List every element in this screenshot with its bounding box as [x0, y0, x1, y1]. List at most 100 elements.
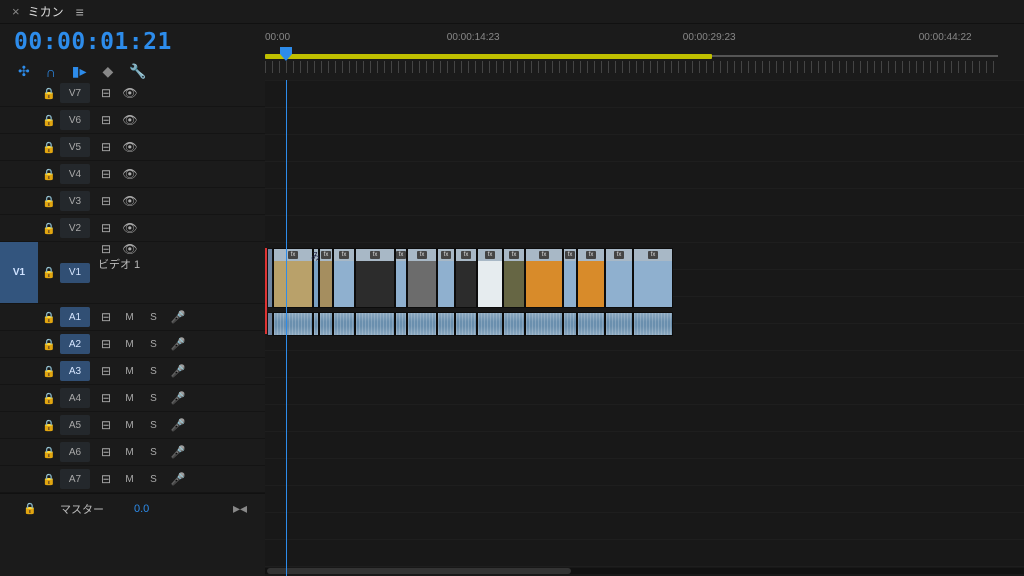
source-patch[interactable] — [0, 161, 38, 187]
source-patch[interactable] — [0, 466, 38, 492]
solo-button[interactable]: S — [142, 420, 166, 431]
video-clip[interactable]: fx — [395, 248, 407, 308]
audio-track-header[interactable]: 🔒A6⊟MS🎤 — [0, 439, 265, 466]
track-output-eye-icon[interactable]: 👁 — [118, 113, 142, 127]
sync-lock-icon[interactable]: ⊟ — [94, 418, 118, 432]
audio-track-header[interactable]: 🔒A7⊟MS🎤 — [0, 466, 265, 493]
video-clip[interactable]: fx — [605, 248, 633, 308]
horizontal-scrollbar[interactable] — [265, 568, 1024, 574]
lock-icon[interactable]: 🔒 — [38, 365, 60, 378]
sync-lock-icon[interactable]: ⊟ — [94, 167, 118, 181]
sync-lock-icon[interactable]: ⊟ — [94, 140, 118, 154]
mute-button[interactable]: M — [118, 312, 142, 323]
track-target[interactable]: A6 — [60, 442, 90, 462]
video-clip[interactable]: fx — [333, 248, 355, 308]
sync-lock-icon[interactable]: ⊟ — [94, 391, 118, 405]
video-track-header[interactable]: 🔒V5⊟👁 — [0, 134, 265, 161]
timeline-canvas[interactable]: fxみfxfxfxfxfxfxfxfxfxfxfxfxfxfx — [265, 80, 1024, 576]
lock-icon[interactable]: 🔒 — [38, 141, 60, 154]
audio-clip-lane[interactable] — [267, 312, 673, 336]
source-patch-v1[interactable]: V1 — [0, 242, 38, 303]
track-target[interactable]: A1 — [60, 307, 90, 327]
sync-lock-icon[interactable]: ⊟ — [94, 310, 118, 324]
playhead-line[interactable] — [286, 80, 287, 576]
lock-icon[interactable]: 🔒 — [38, 446, 60, 459]
solo-button[interactable]: S — [142, 393, 166, 404]
track-output-eye-icon[interactable]: 👁 — [118, 221, 142, 235]
mute-button[interactable]: M — [118, 474, 142, 485]
track-output-eye-icon[interactable]: 👁 — [118, 194, 142, 208]
audio-clip[interactable] — [319, 312, 333, 336]
source-patch[interactable] — [0, 215, 38, 241]
video-clip-lane[interactable]: fxみfxfxfxfxfxfxfxfxfxfxfxfxfxfx — [267, 248, 673, 308]
track-output-eye-icon[interactable]: 👁 — [118, 167, 142, 181]
lock-icon[interactable]: 🔒 — [38, 87, 60, 100]
sequence-title[interactable]: ミカン — [28, 3, 64, 20]
audio-clip[interactable] — [563, 312, 577, 336]
video-track-header[interactable]: 🔒V3⊟👁 — [0, 188, 265, 215]
lock-icon[interactable]: 🔒 — [38, 168, 60, 181]
snap-magnet-icon[interactable]: ∩ — [46, 64, 56, 80]
source-patch[interactable] — [0, 188, 38, 214]
sync-lock-icon[interactable]: ⊟ — [94, 86, 118, 100]
source-patch[interactable] — [0, 107, 38, 133]
audio-clip[interactable] — [503, 312, 525, 336]
video-track-header[interactable]: 🔒V2⊟👁 — [0, 215, 265, 242]
audio-clip[interactable] — [395, 312, 407, 336]
audio-track-header[interactable]: 🔒A2⊟MS🎤 — [0, 331, 265, 358]
audio-clip[interactable] — [605, 312, 633, 336]
video-clip[interactable]: fx — [633, 248, 673, 308]
video-clip[interactable]: fx — [503, 248, 525, 308]
video-clip[interactable]: fx — [477, 248, 503, 308]
sync-lock-icon[interactable]: ⊟ — [94, 113, 118, 127]
track-target-v1[interactable]: V1 — [60, 263, 90, 283]
master-track-header[interactable]: 🔒 マスター 0.0 ▸◂ — [0, 493, 265, 523]
track-target[interactable]: A7 — [60, 469, 90, 489]
voiceover-mic-icon[interactable]: 🎤 — [166, 337, 190, 351]
voiceover-mic-icon[interactable]: 🎤 — [166, 364, 190, 378]
audio-clip[interactable] — [577, 312, 605, 336]
lock-icon[interactable]: 🔒 — [38, 114, 60, 127]
solo-button[interactable]: S — [142, 366, 166, 377]
video-track-header[interactable]: 🔒V4⊟👁 — [0, 161, 265, 188]
sync-lock-icon[interactable]: ⊟ — [94, 445, 118, 459]
track-target[interactable]: V3 — [60, 191, 90, 211]
audio-track-header[interactable]: 🔒A5⊟MS🎤 — [0, 412, 265, 439]
mute-button[interactable]: M — [118, 420, 142, 431]
audio-clip[interactable] — [525, 312, 563, 336]
track-target[interactable]: A2 — [60, 334, 90, 354]
sync-lock-icon[interactable]: ⊟ — [94, 221, 118, 235]
video-clip[interactable]: fx — [407, 248, 437, 308]
audio-track-header[interactable]: 🔒A1⊟MS🎤 — [0, 304, 265, 331]
playhead-handle[interactable] — [279, 46, 293, 62]
video-clip[interactable]: fx — [563, 248, 577, 308]
track-output-eye-icon[interactable]: 👁 — [118, 86, 142, 100]
lock-icon[interactable]: 🔒 — [38, 338, 60, 351]
audio-clip[interactable] — [437, 312, 455, 336]
mute-button[interactable]: M — [118, 447, 142, 458]
track-target[interactable]: A4 — [60, 388, 90, 408]
mute-button[interactable]: M — [118, 366, 142, 377]
source-patch[interactable] — [0, 439, 38, 465]
source-patch[interactable] — [0, 331, 38, 357]
sync-lock-icon[interactable]: ⊟ — [94, 337, 118, 351]
source-patch[interactable] — [0, 134, 38, 160]
audio-track-header[interactable]: 🔒A3 ⊟MS🎤 — [0, 358, 265, 385]
solo-button[interactable]: S — [142, 339, 166, 350]
lock-icon[interactable]: 🔒 — [38, 419, 60, 432]
track-target[interactable]: A3 — [60, 361, 90, 381]
track-target[interactable]: V5 — [60, 137, 90, 157]
insert-mode-icon[interactable]: ✣ — [18, 63, 30, 80]
sync-lock-icon[interactable]: ⊟ — [94, 242, 118, 256]
sync-lock-icon[interactable]: ⊟ — [94, 364, 118, 378]
solo-button[interactable]: S — [142, 312, 166, 323]
lock-icon[interactable]: 🔒 — [38, 311, 60, 324]
current-timecode[interactable]: 00:00:01:21 — [14, 29, 265, 55]
track-target[interactable]: V6 — [60, 110, 90, 130]
voiceover-mic-icon[interactable]: 🎤 — [166, 418, 190, 432]
audio-clip[interactable] — [333, 312, 355, 336]
sync-lock-icon[interactable]: ⊟ — [94, 472, 118, 486]
lock-icon[interactable]: 🔒 — [38, 392, 60, 405]
video-clip[interactable]: fx — [319, 248, 333, 308]
voiceover-mic-icon[interactable]: 🎤 — [166, 472, 190, 486]
